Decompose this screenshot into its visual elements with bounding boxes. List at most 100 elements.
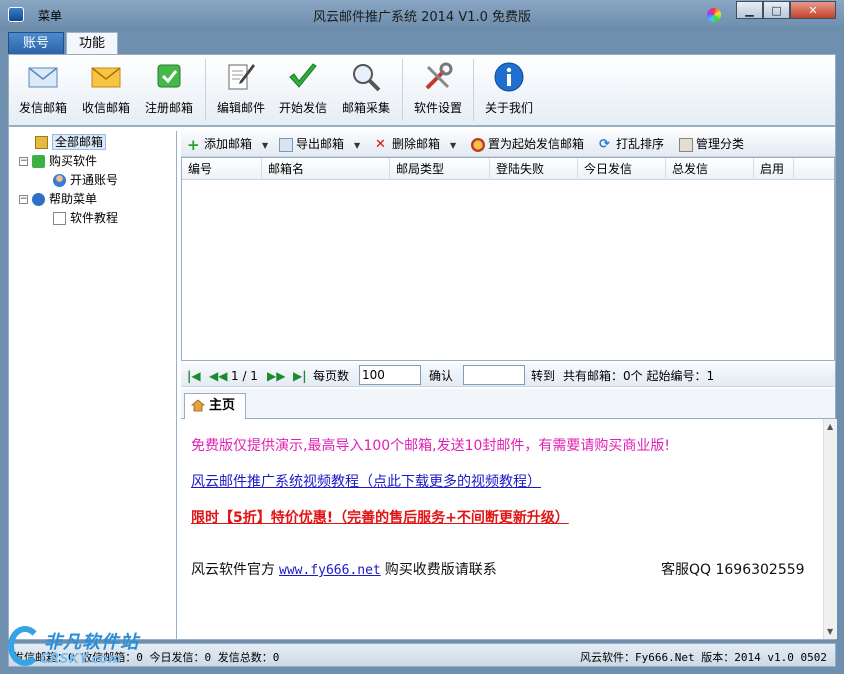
goto-page-input[interactable]	[463, 365, 525, 385]
ribbon-separator	[402, 59, 403, 121]
set-start-mailbox-button[interactable]: 置为起始发信邮箱	[471, 135, 584, 153]
folder-icon	[679, 137, 693, 152]
per-page-label: 每页数	[313, 369, 350, 383]
plus-icon: +	[187, 135, 200, 154]
collapse-toggle-icon[interactable]: −	[19, 195, 28, 204]
shuffle-button[interactable]: ⟳ 打乱排序	[599, 135, 664, 153]
tree-item-open-account[interactable]: 开通账号	[53, 171, 118, 189]
pager-summary: 共有邮箱：0个 起始编号：1	[563, 369, 715, 383]
tab-function[interactable]: 功能	[66, 32, 118, 55]
yellow-envelope-icon	[91, 67, 121, 88]
column-header-today-sent[interactable]: 今日发信	[578, 158, 666, 180]
minimize-button[interactable]: ▁	[736, 1, 763, 19]
goto-button[interactable]: 转到	[531, 367, 555, 385]
document-add-icon	[53, 212, 66, 225]
goto-field-wrap	[463, 365, 525, 385]
tree-item-tutorial[interactable]: 软件教程	[53, 209, 118, 227]
tree-item-help-menu[interactable]: − 帮助菜单	[19, 190, 97, 208]
delete-x-icon: ✕	[375, 136, 386, 152]
collect-mailbox-button[interactable]: 邮箱采集	[335, 61, 397, 121]
envelope-icon	[28, 67, 58, 88]
chevron-down-icon[interactable]: ▼	[262, 141, 268, 150]
edit-mail-button[interactable]: 编辑邮件	[210, 61, 272, 121]
help-icon	[32, 193, 45, 206]
green-check-icon	[32, 155, 45, 168]
official-site-link[interactable]: www.fy666.net	[279, 563, 381, 578]
document-tabstrip: 主页	[181, 389, 835, 420]
chevron-down-icon[interactable]: ▼	[450, 141, 456, 150]
tab-account[interactable]: 账号	[8, 32, 64, 55]
receive-mailbox-button[interactable]: 收信邮箱	[75, 61, 137, 121]
magnifier-icon	[353, 64, 381, 92]
export-icon	[279, 137, 293, 152]
send-mailbox-button[interactable]: 发信邮箱	[12, 61, 74, 121]
book-icon	[35, 136, 48, 149]
add-mailbox-button[interactable]: + 添加邮箱 ▼	[187, 135, 268, 153]
software-settings-button[interactable]: 软件设置	[407, 61, 469, 121]
export-mailbox-button[interactable]: 导出邮箱 ▼	[279, 135, 360, 153]
mailbox-toolbar: + 添加邮箱 ▼ 导出邮箱 ▼ ✕ 删除邮箱 ▼ 置为起始发信邮箱 ⟳ 打乱排序 管理分类	[181, 131, 835, 157]
maximize-button[interactable]: □	[763, 1, 790, 19]
manage-category-button[interactable]: 管理分类	[679, 135, 744, 153]
tools-icon	[425, 62, 453, 90]
scroll-down-icon[interactable]: ▼	[827, 627, 833, 636]
status-version: 风云软件：Fy666.Net 版本：2014 v1.0 0502	[580, 651, 827, 664]
column-header-id[interactable]: 编号	[182, 158, 262, 180]
watermark-sub: CRSKY.com	[40, 652, 122, 667]
green-check-icon	[289, 63, 317, 88]
support-qq: 客服QQ 1696302559	[661, 562, 805, 578]
first-page-icon[interactable]: |◀	[187, 367, 201, 385]
ribbon-tabs: 账号 功能	[0, 30, 844, 55]
per-page-field-wrap	[359, 365, 421, 385]
chevron-down-icon[interactable]: ▼	[354, 141, 360, 150]
checkmark-box-icon	[157, 64, 181, 88]
home-content: 免费版仅提供演示,最高导入100个邮箱,发送10封邮件，有需要请购买商业版! 风…	[181, 419, 821, 639]
tree-item-buy-software[interactable]: − 购买软件	[19, 152, 97, 170]
promo-link[interactable]: 限时【5折】特价优惠!（完善的售后服务+不间断更新升级）	[191, 507, 569, 527]
user-add-icon	[53, 174, 66, 187]
ribbon-separator	[205, 59, 206, 121]
window-controls: ▁ □ ✕	[736, 1, 836, 20]
skin-orb-icon[interactable]	[707, 8, 721, 22]
column-header-server-type[interactable]: 邮局类型	[390, 158, 490, 180]
page-info: 1 / 1	[231, 369, 258, 383]
main-panel: 全部邮箱 − 购买软件 开通账号 − 帮助菜单 软件教程 + 添加邮箱 ▼ 导出邮箱 ▼ …	[8, 126, 837, 640]
column-header-login-failed[interactable]: 登陆失败	[490, 158, 578, 180]
title-bar: 菜单 风云邮件推广系统 2014 V1.0 免费版 ▁ □ ✕	[0, 0, 844, 30]
table-header: 编号 邮箱名 邮局类型 登陆失败 今日发信 总发信 启用	[182, 158, 834, 180]
ribbon-separator	[473, 59, 474, 121]
ribbon: 发信邮箱 收信邮箱 注册邮箱 编辑邮件 开始发信 邮箱采集 软件设置 关于我们	[8, 54, 836, 126]
watermark-logo-icon	[8, 626, 42, 666]
refresh-icon: ⟳	[599, 136, 610, 152]
confirm-button[interactable]: 确认	[429, 367, 453, 385]
next-page-icon[interactable]: ▶▶	[267, 367, 285, 385]
scroll-up-icon[interactable]: ▲	[827, 422, 833, 431]
collapse-toggle-icon[interactable]: −	[19, 157, 28, 166]
per-page-input[interactable]	[359, 365, 421, 385]
info-icon	[494, 62, 524, 92]
pager: |◀ ◀◀ 1 / 1 ▶▶ ▶| 每页数 确认 转到 共有邮箱：0个 起始编号…	[181, 363, 835, 387]
column-header-mailbox[interactable]: 邮箱名	[262, 158, 390, 180]
video-tutorial-link[interactable]: 风云邮件推广系统视频教程（点此下载更多的视频教程）	[191, 471, 541, 491]
official-site-line: 风云软件官方 www.fy666.net 购买收费版请联系	[191, 562, 497, 578]
medal-icon	[471, 137, 485, 152]
delete-mailbox-button[interactable]: ✕ 删除邮箱 ▼	[375, 135, 456, 153]
free-version-notice: 免费版仅提供演示,最高导入100个邮箱,发送10封邮件，有需要请购买商业版!	[191, 438, 671, 454]
home-icon	[191, 399, 205, 412]
watermark-text: 非凡软件站	[44, 632, 139, 653]
about-us-button[interactable]: 关于我们	[478, 61, 540, 121]
content-scrollbar[interactable]: ▲ ▼	[823, 419, 837, 639]
column-header-enabled[interactable]: 启用	[754, 158, 794, 180]
close-button[interactable]: ✕	[790, 1, 836, 19]
category-tree: 全部邮箱 − 购买软件 开通账号 − 帮助菜单 软件教程	[9, 131, 177, 639]
start-send-button[interactable]: 开始发信	[272, 61, 334, 121]
column-header-total-sent[interactable]: 总发信	[666, 158, 754, 180]
edit-pen-icon	[228, 64, 255, 90]
register-mailbox-button[interactable]: 注册邮箱	[138, 61, 200, 121]
tree-item-all-mailboxes[interactable]: 全部邮箱	[35, 133, 107, 151]
tab-home[interactable]: 主页	[184, 393, 246, 420]
prev-page-icon[interactable]: ◀◀	[209, 367, 227, 385]
crsky-watermark: 非凡软件站 CRSKY.com	[0, 614, 160, 674]
mailbox-table: 编号 邮箱名 邮局类型 登陆失败 今日发信 总发信 启用	[181, 157, 835, 361]
last-page-icon[interactable]: ▶|	[293, 367, 307, 385]
